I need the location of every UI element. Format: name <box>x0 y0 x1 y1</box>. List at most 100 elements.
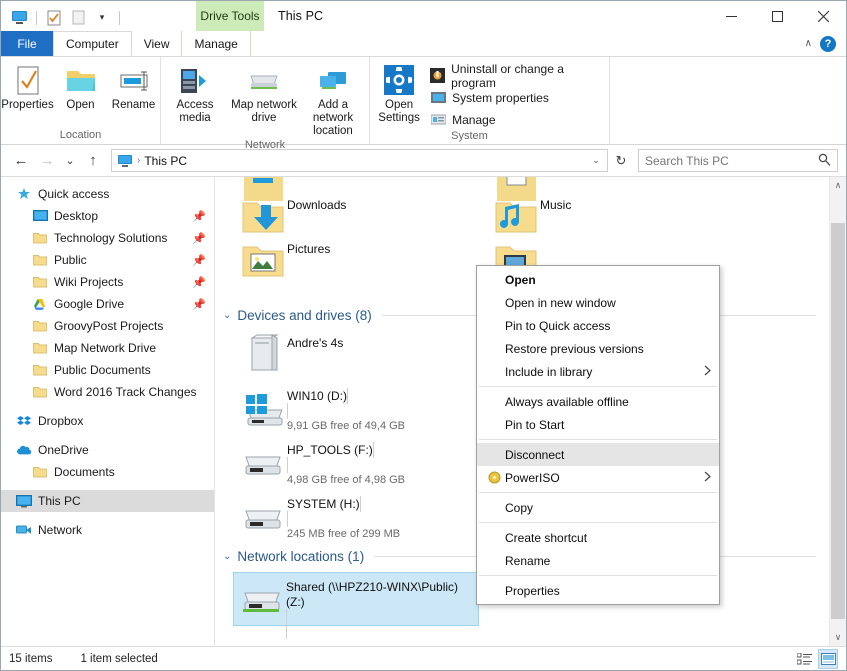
pin-icon[interactable]: 📌 <box>192 232 206 245</box>
sidebar-item-wiki-projects[interactable]: Wiki Projects 📌 <box>1 271 214 293</box>
context-menu-item-properties[interactable]: Properties <box>477 579 719 602</box>
context-menu-item-open-in-new-window[interactable]: Open in new window <box>477 291 719 314</box>
context-menu-item-rename[interactable]: Rename <box>477 549 719 572</box>
network-item-shared-z[interactable]: Shared (\\HPZ210-WINX\Public) (Z:) <box>233 572 479 639</box>
pin-icon[interactable]: 📌 <box>192 298 206 311</box>
chevron-down-icon[interactable]: ⌄ <box>223 551 231 562</box>
address-dropdown-icon[interactable]: ⌄ <box>587 155 605 166</box>
recent-locations-button[interactable]: ⌄ <box>61 149 79 173</box>
chevron-down-icon[interactable]: ⌄ <box>223 310 231 321</box>
tab-file[interactable]: File <box>1 31 53 56</box>
scrollbar-thumb[interactable] <box>831 223 845 619</box>
map-network-drive-button[interactable]: Map network drive <box>229 60 299 125</box>
tab-computer[interactable]: Computer <box>53 31 132 56</box>
folder-icon <box>31 340 49 356</box>
search-box[interactable]: Search This PC <box>638 149 838 172</box>
sidebar-item-google-drive[interactable]: Google Drive 📌 <box>1 293 214 315</box>
manage-button[interactable]: Manage <box>430 110 609 129</box>
context-menu-item-open[interactable]: Open <box>477 268 719 291</box>
search-input[interactable]: Search This PC <box>645 154 729 168</box>
this-pc-icon[interactable] <box>9 8 29 28</box>
sidebar-item-dropbox[interactable]: Dropbox <box>1 410 214 432</box>
context-menu-item-copy[interactable]: Copy <box>477 496 719 519</box>
sidebar-item-word-2016-track-changes[interactable]: Word 2016 Track Changes <box>1 381 214 403</box>
qat-separator-2 <box>119 10 120 25</box>
context-menu-item-create-shortcut[interactable]: Create shortcut <box>477 526 719 549</box>
access-media-button[interactable]: Access media <box>161 60 229 125</box>
maximize-button[interactable] <box>754 1 800 31</box>
content-pane[interactable]: Downloads Music Pictures ⌄ Devices and d… <box>215 177 846 646</box>
address-field[interactable]: › This PC ⌄ <box>111 149 608 172</box>
menu-item-label: Create shortcut <box>505 530 588 545</box>
drive-item-body: HP_TOOLS (F:) 4,98 GB free of 4,98 GB <box>287 439 405 486</box>
sidebar-item-quick-access[interactable]: Quick access <box>1 183 214 205</box>
pin-icon[interactable]: 📌 <box>192 276 206 289</box>
drive-item-andres-4s[interactable]: Andre's 4s <box>239 332 343 378</box>
scroll-up-button[interactable]: ∧ <box>830 177 846 194</box>
up-button[interactable]: ↑ <box>81 149 105 173</box>
file-item-music[interactable]: Music <box>492 194 571 240</box>
pin-icon[interactable]: 📌 <box>192 210 206 223</box>
sidebar-item-onedrive[interactable]: OneDrive <box>1 439 214 461</box>
tab-manage[interactable]: Manage <box>181 31 251 56</box>
context-menu-separator <box>479 386 717 387</box>
drive-item-hp-tools-f[interactable]: HP_TOOLS (F:) 4,98 GB free of 4,98 GB <box>239 439 405 489</box>
add-network-location-button[interactable]: Add a network location <box>299 60 367 138</box>
system-properties-button[interactable]: System properties <box>430 88 609 107</box>
sidebar-item-groovypost-projects[interactable]: GroovyPost Projects <box>1 315 214 337</box>
breadcrumb-this-pc[interactable]: This PC <box>144 154 187 168</box>
pictures-folder-icon <box>239 238 287 284</box>
drive-item-win10-d[interactable]: WIN10 (D:) 9,91 GB free of 49,4 GB <box>239 385 405 435</box>
details-view-icon[interactable] <box>794 649 814 669</box>
open-settings-button[interactable]: Open Settings <box>370 60 428 125</box>
sidebar-gap-4 <box>1 512 214 519</box>
context-menu-item-pin-to-quick-access[interactable]: Pin to Quick access <box>477 314 719 337</box>
help-icon[interactable]: ? <box>820 35 836 52</box>
forward-button[interactable]: → <box>35 149 59 173</box>
new-folder-icon[interactable] <box>68 8 88 28</box>
context-menu-item-always-available-offline[interactable]: Always available offline <box>477 390 719 413</box>
sidebar-item-technology-solutions[interactable]: Technology Solutions 📌 <box>1 227 214 249</box>
context-menu-separator <box>479 439 717 440</box>
tiles-view-icon[interactable] <box>818 649 838 669</box>
minimize-button[interactable] <box>708 1 754 31</box>
close-button[interactable] <box>800 1 846 31</box>
refresh-button[interactable]: ↻ <box>610 153 632 169</box>
network-name-line2: (Z:) <box>286 595 305 609</box>
file-item-downloads[interactable]: Downloads <box>239 194 346 240</box>
drive-item-system-h[interactable]: SYSTEM (H:) 245 MB free of 299 MB <box>239 493 400 543</box>
sidebar-item-public[interactable]: Public 📌 <box>1 249 214 271</box>
sidebar-gap-2 <box>1 432 214 439</box>
file-item-pictures[interactable]: Pictures <box>239 238 330 284</box>
back-button[interactable]: ← <box>9 149 33 173</box>
folder-icon <box>31 384 49 400</box>
customize-dropdown-icon[interactable]: ▾ <box>92 8 112 28</box>
context-menu[interactable]: Open Open in new window Pin to Quick acc… <box>476 265 720 605</box>
uninstall-program-button[interactable]: Uninstall or change a program <box>430 62 609 90</box>
context-menu-item-pin-to-start[interactable]: Pin to Start <box>477 413 719 436</box>
navigation-pane[interactable]: Quick access Desktop 📌 Technology Soluti… <box>1 177 215 646</box>
context-menu-item-include-in-library[interactable]: Include in library <box>477 360 719 383</box>
collapse-ribbon-icon[interactable]: ∧ <box>805 38 812 49</box>
properties-icon <box>14 64 42 98</box>
tab-view[interactable]: View <box>132 31 182 56</box>
hard-drive-icon <box>239 493 287 543</box>
sidebar-item-this-pc[interactable]: This PC <box>1 490 214 512</box>
context-menu-item-restore-previous-versions[interactable]: Restore previous versions <box>477 337 719 360</box>
sidebar-item-network[interactable]: Network <box>1 519 214 541</box>
sidebar-item-desktop[interactable]: Desktop 📌 <box>1 205 214 227</box>
pin-icon[interactable]: 📌 <box>192 254 206 267</box>
open-button[interactable]: Open <box>54 60 107 112</box>
sidebar-item-public-documents[interactable]: Public Documents <box>1 359 214 381</box>
file-item-body: Pictures <box>287 238 330 257</box>
vertical-scrollbar[interactable]: ∧ ∨ <box>829 177 846 646</box>
sidebar-item-documents[interactable]: Documents <box>1 461 214 483</box>
scroll-down-button[interactable]: ∨ <box>830 629 846 646</box>
context-menu-item-poweriso[interactable]: PowerISO <box>477 466 719 489</box>
properties-icon[interactable] <box>44 8 64 28</box>
access-media-label: Access media <box>176 99 214 124</box>
context-menu-item-disconnect[interactable]: Disconnect <box>477 443 719 466</box>
rename-button[interactable]: Rename <box>107 60 160 112</box>
sidebar-item-map-network-drive[interactable]: Map Network Drive <box>1 337 214 359</box>
properties-button[interactable]: Properties <box>1 60 54 112</box>
